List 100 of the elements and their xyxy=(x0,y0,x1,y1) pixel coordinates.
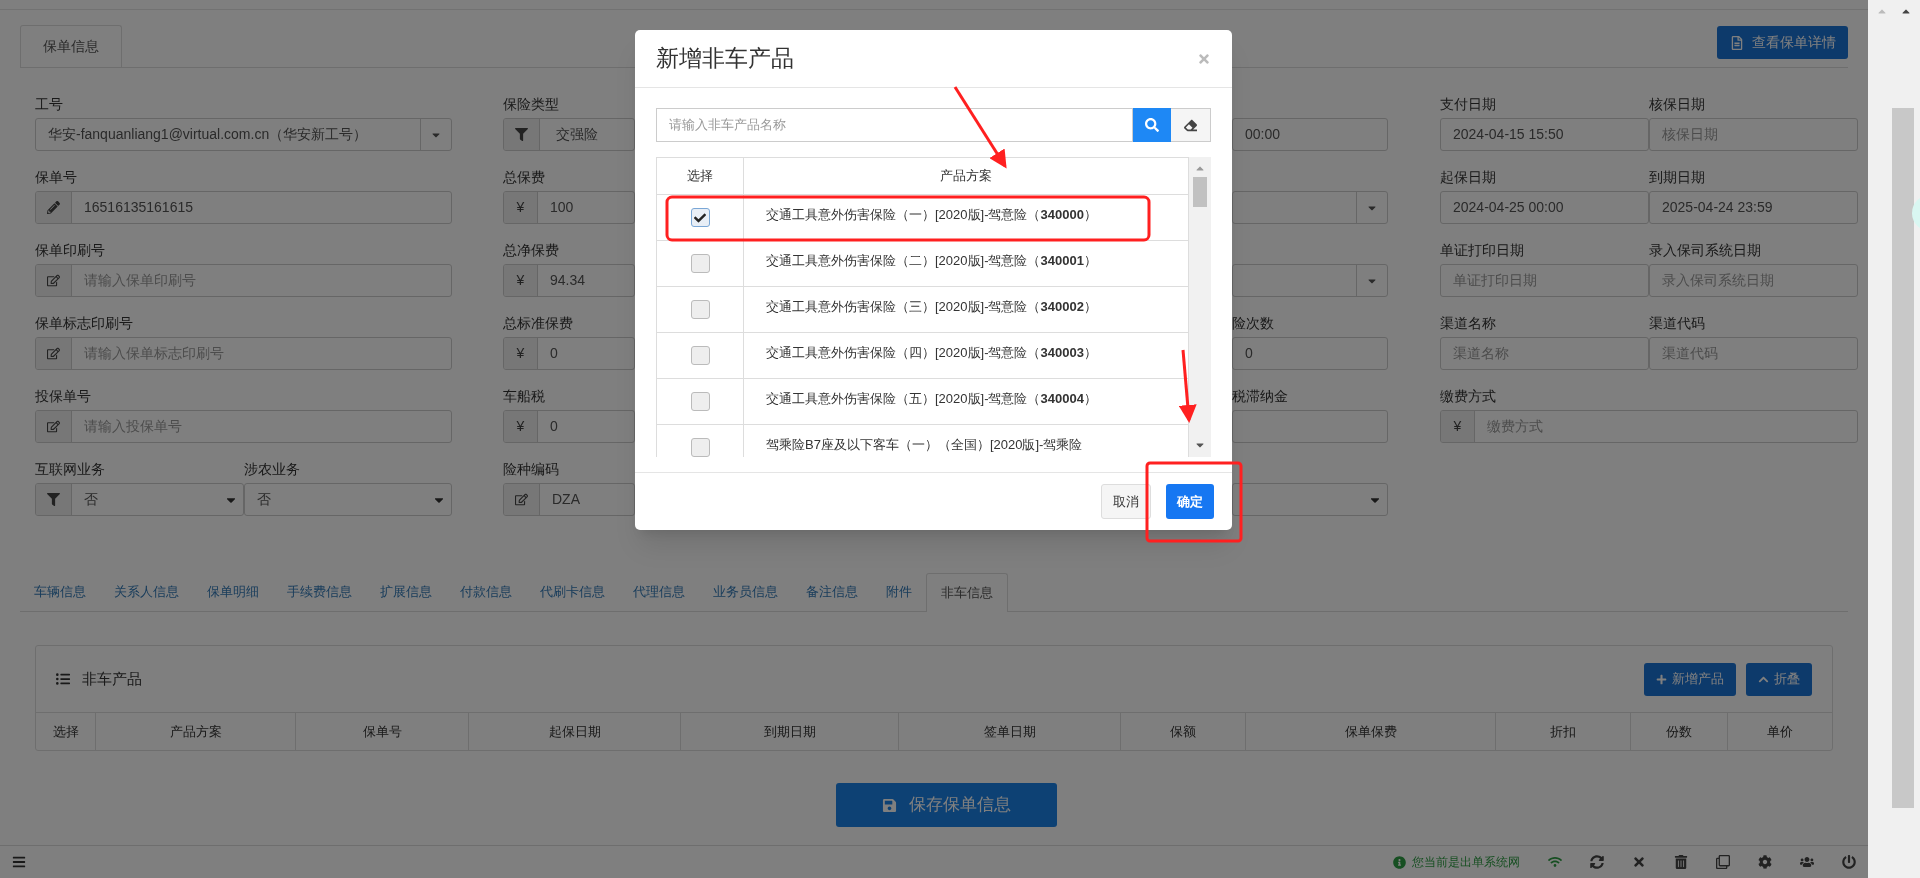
field-label: 保单号 xyxy=(35,169,77,185)
scroll-thumb[interactable] xyxy=(1193,177,1207,207)
field-label: 保险类型 xyxy=(503,96,559,112)
input-field[interactable] xyxy=(1232,191,1388,224)
tab[interactable]: 扩展信息 xyxy=(366,573,446,611)
tab[interactable]: 保单明细 xyxy=(193,573,273,611)
currency-symbol: ¥ xyxy=(516,344,525,363)
edit-icon xyxy=(47,347,60,360)
input-field[interactable]: 00:00 xyxy=(1232,118,1388,151)
input-field[interactable]: 2024-04-15 15:50 xyxy=(1440,118,1649,151)
tab[interactable]: 非车信息 xyxy=(926,573,1008,612)
add-product-button[interactable]: 新增产品 xyxy=(1644,662,1736,696)
users-icon[interactable] xyxy=(1800,855,1814,869)
search-icon xyxy=(1145,118,1159,132)
scroll-thumb[interactable] xyxy=(1892,108,1914,808)
tab[interactable]: 业务员信息 xyxy=(699,573,792,611)
column-header: 起保日期 xyxy=(548,722,601,741)
currency-symbol: ¥ xyxy=(516,271,525,290)
field-label: 工号 xyxy=(35,96,63,112)
checkbox[interactable] xyxy=(690,346,710,365)
close-icon[interactable] xyxy=(1632,855,1646,869)
field-label: 涉农业务 xyxy=(243,461,300,477)
view-details-button[interactable]: 查看保单详情 xyxy=(1717,26,1848,59)
check-icon xyxy=(694,211,706,224)
tab[interactable]: 代理信息 xyxy=(619,573,699,611)
input-field[interactable]: 2025-04-24 23:59 xyxy=(1649,191,1858,224)
checkbox[interactable] xyxy=(690,254,710,273)
column-header: 折扣 xyxy=(1550,722,1576,741)
copy-icon[interactable] xyxy=(1716,855,1730,869)
currency-symbol: ¥ xyxy=(516,198,525,217)
input-field[interactable]: ¥ 94.34 xyxy=(503,264,635,297)
checkbox[interactable] xyxy=(690,392,710,411)
input-field[interactable] xyxy=(1232,410,1388,443)
close-icon[interactable] xyxy=(1197,51,1211,66)
tab[interactable]: 保单信息 xyxy=(20,25,122,67)
collapse-button[interactable]: 折叠 xyxy=(1746,662,1812,696)
input-field[interactable] xyxy=(1232,264,1388,297)
refresh-icon[interactable] xyxy=(1590,855,1604,869)
tab[interactable]: 关系人信息 xyxy=(100,573,193,611)
input-field[interactable]: 交强险 xyxy=(503,118,635,151)
trash-icon[interactable] xyxy=(1674,855,1688,869)
tab[interactable]: 代刷卡信息 xyxy=(526,573,619,611)
settings-icon[interactable] xyxy=(1758,855,1772,869)
checkbox[interactable] xyxy=(690,208,710,227)
field-label: 渠道代码 xyxy=(1649,315,1705,331)
field-label: 险次数 xyxy=(1232,315,1274,331)
tab[interactable]: 附件 xyxy=(872,573,926,611)
field-label: 渠道名称 xyxy=(1440,315,1496,331)
tab[interactable]: 车辆信息 xyxy=(20,573,100,611)
input-field[interactable]: ¥ 0 xyxy=(503,410,635,443)
wifi-icon[interactable] xyxy=(1548,855,1562,869)
input-field[interactable]: 16516135161615 xyxy=(35,191,452,224)
tab[interactable]: 备注信息 xyxy=(792,573,872,611)
field-label: 录入保司系统日期 xyxy=(1649,242,1761,258)
column-header: 选择 xyxy=(687,167,713,186)
edit-icon xyxy=(47,420,60,433)
menu-icon[interactable] xyxy=(12,855,26,869)
input-field[interactable]: ¥ 0 xyxy=(503,337,635,370)
field-label: 单证打印日期 xyxy=(1440,242,1524,258)
column-header: 到期日期 xyxy=(763,722,816,741)
product-name: 交通工具意外伤害保险（三）[2020版]-驾意险（340002） xyxy=(766,298,1097,316)
field-label: 总标准保费 xyxy=(503,315,573,331)
tab[interactable]: 手续费信息 xyxy=(273,573,366,611)
power-icon[interactable] xyxy=(1842,855,1856,869)
column-header: 产品方案 xyxy=(169,722,222,741)
column-header: 保单保费 xyxy=(1344,722,1397,741)
input-field[interactable]: DZA xyxy=(503,483,635,516)
scrollbar[interactable] xyxy=(1189,157,1211,457)
clear-button[interactable] xyxy=(1171,108,1211,142)
column-header: 签单日期 xyxy=(983,722,1036,741)
input-field[interactable]: 2024-04-25 00:00 xyxy=(1440,191,1649,224)
checkbox[interactable] xyxy=(690,300,710,319)
product-name: 交通工具意外伤害保险（五）[2020版]-驾意险（340004） xyxy=(766,390,1097,408)
input-field[interactable]: 否 xyxy=(35,483,244,516)
input-field[interactable]: 华安-fanquanliang1@virtual.com.cn（华安新工号） xyxy=(35,118,452,151)
search-field[interactable]: 请输入非车产品名称 xyxy=(656,108,1133,142)
product-name: 驾乘险B7座及以下客车（一）（全国）[2020版]-驾乘险 xyxy=(766,436,1083,454)
input-field[interactable]: 0 xyxy=(1232,337,1388,370)
input-field[interactable]: ¥ 100 xyxy=(503,191,635,224)
column-header: 单价 xyxy=(1767,722,1793,741)
cancel-button[interactable]: 取消 xyxy=(1101,484,1151,519)
save-button[interactable]: 保存保单信息 xyxy=(836,783,1057,827)
checkbox[interactable] xyxy=(690,438,710,457)
product-name: 交通工具意外伤害保险（一）[2020版]-驾意险（340000） xyxy=(766,206,1097,224)
field-label: 保单印刷号 xyxy=(35,242,105,258)
field-label: 互联网业务 xyxy=(35,461,105,477)
input-field[interactable] xyxy=(1232,483,1388,516)
input-field[interactable]: 否 xyxy=(243,483,452,516)
panel-title: 非车产品 xyxy=(82,668,142,689)
product-name: 交通工具意外伤害保险（二）[2020版]-驾意险（340001） xyxy=(766,252,1097,270)
field-label: 车船税 xyxy=(503,388,545,404)
pencil-icon xyxy=(47,201,60,214)
save-icon xyxy=(882,797,897,813)
tab[interactable]: 付款信息 xyxy=(446,573,526,611)
search-button[interactable] xyxy=(1133,108,1171,142)
filter-icon xyxy=(47,493,60,506)
confirm-button[interactable]: 确定 xyxy=(1166,484,1214,519)
field-label: 投保单号 xyxy=(35,388,91,404)
field-label: 总保费 xyxy=(503,169,545,185)
field-label: 总净保费 xyxy=(503,242,559,258)
